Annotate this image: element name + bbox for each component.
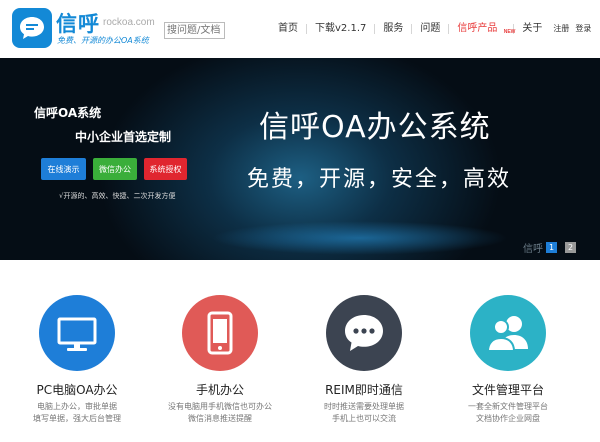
feature-desc-line: 填写单据，强大后台管理 xyxy=(33,414,121,423)
feature-desc: 没有电脑用手机微信也可办公 微信消息推送提醒 xyxy=(150,401,290,425)
hero-banner: 信呼OA系统 中小企业首选定制 在线演示 微信办公 系统授权 √开源的、高效、快… xyxy=(0,58,600,260)
feature-title: PC电脑OA办公 xyxy=(36,383,118,397)
smartphone-icon xyxy=(182,295,258,371)
feature-desc-line: 没有电脑用手机微信也可办公 xyxy=(168,402,272,411)
slide-dot-2[interactable]: 2 xyxy=(565,242,576,253)
nav-service[interactable]: 服务 xyxy=(375,20,411,38)
banner-left-subtitle: 中小企业首选定制 xyxy=(75,130,172,144)
banner-note: √开源的、高效、快捷、二次开发方便 xyxy=(59,192,176,200)
nav-questions[interactable]: 问题 xyxy=(412,20,448,38)
feature-desc-line: 文档协作企业网盘 xyxy=(476,414,540,423)
feature-title: REIM即时通信 xyxy=(325,383,403,397)
feature-desc-line: 一套全新文件管理平台 xyxy=(468,402,548,411)
slide-controls: 信呼 1 2 xyxy=(523,240,584,255)
banner-glow xyxy=(150,208,570,260)
logo[interactable] xyxy=(12,8,52,48)
feature-title: 文件管理平台 xyxy=(471,383,544,397)
slide-dot-1[interactable]: 1 xyxy=(546,242,557,253)
feature-desc-line: 微信消息推送提醒 xyxy=(188,414,252,423)
banner-left-title: 信呼OA系统 xyxy=(34,106,102,120)
feature-desc: 时时推送需要处理单据 手机上也可以交流 xyxy=(294,401,434,425)
nav-products-label: 信呼产品 xyxy=(457,23,498,34)
users-icon xyxy=(470,295,546,371)
chat-bubble-icon xyxy=(326,295,402,371)
feature-desc-line: 电脑上办公，审批单据 xyxy=(37,402,117,411)
nav-home[interactable]: 首页 xyxy=(270,20,306,38)
nav-download[interactable]: 下载v2.1.7 xyxy=(307,20,374,38)
nav-products[interactable]: 信呼产品 NEW xyxy=(449,20,515,38)
feature-desc-line: 手机上也可以交流 xyxy=(332,414,396,423)
banner-slogan: 免费，开源，安全，高效 xyxy=(247,167,512,192)
brand-name: 信呼 xyxy=(56,12,100,36)
feature-desc: 一套全新文件管理平台 文档协作企业网盘 xyxy=(438,401,578,425)
banner-main-title: 信呼OA办公系统 xyxy=(259,110,491,145)
main-nav: 首页 下载v2.1.7 服务 问题 信呼产品 NEW 关于 注册 登录 xyxy=(270,20,594,38)
feature-desc-line: 时时推送需要处理单据 xyxy=(324,402,404,411)
feature-desc: 电脑上办公，审批单据 填写单据，强大后台管理 xyxy=(7,401,147,425)
register-link[interactable]: 注册 xyxy=(550,20,572,38)
site-header: 信呼 rockoa.com 免费、开源的办公OA系统 首页 下载v2.1.7 服… xyxy=(0,0,600,58)
slide-label: 信呼 xyxy=(523,244,543,255)
nav-about[interactable]: 关于 xyxy=(514,20,550,38)
features-section: PC电脑OA办公 电脑上办公，审批单据 填写单据，强大后台管理 手机办公 没有电… xyxy=(0,260,600,442)
chat-logo-icon xyxy=(20,17,44,39)
feature-title: 手机办公 xyxy=(195,383,244,397)
wechat-office-button[interactable]: 微信办公 xyxy=(93,158,137,180)
search-input[interactable] xyxy=(164,22,225,39)
online-demo-button[interactable]: 在线演示 xyxy=(41,158,86,180)
login-link[interactable]: 登录 xyxy=(572,20,594,38)
brand-slogan: 免费、开源的办公OA系统 xyxy=(57,36,149,45)
system-license-button[interactable]: 系统授权 xyxy=(144,158,187,180)
monitor-icon xyxy=(39,295,115,371)
brand-domain: rockoa.com xyxy=(103,17,155,28)
